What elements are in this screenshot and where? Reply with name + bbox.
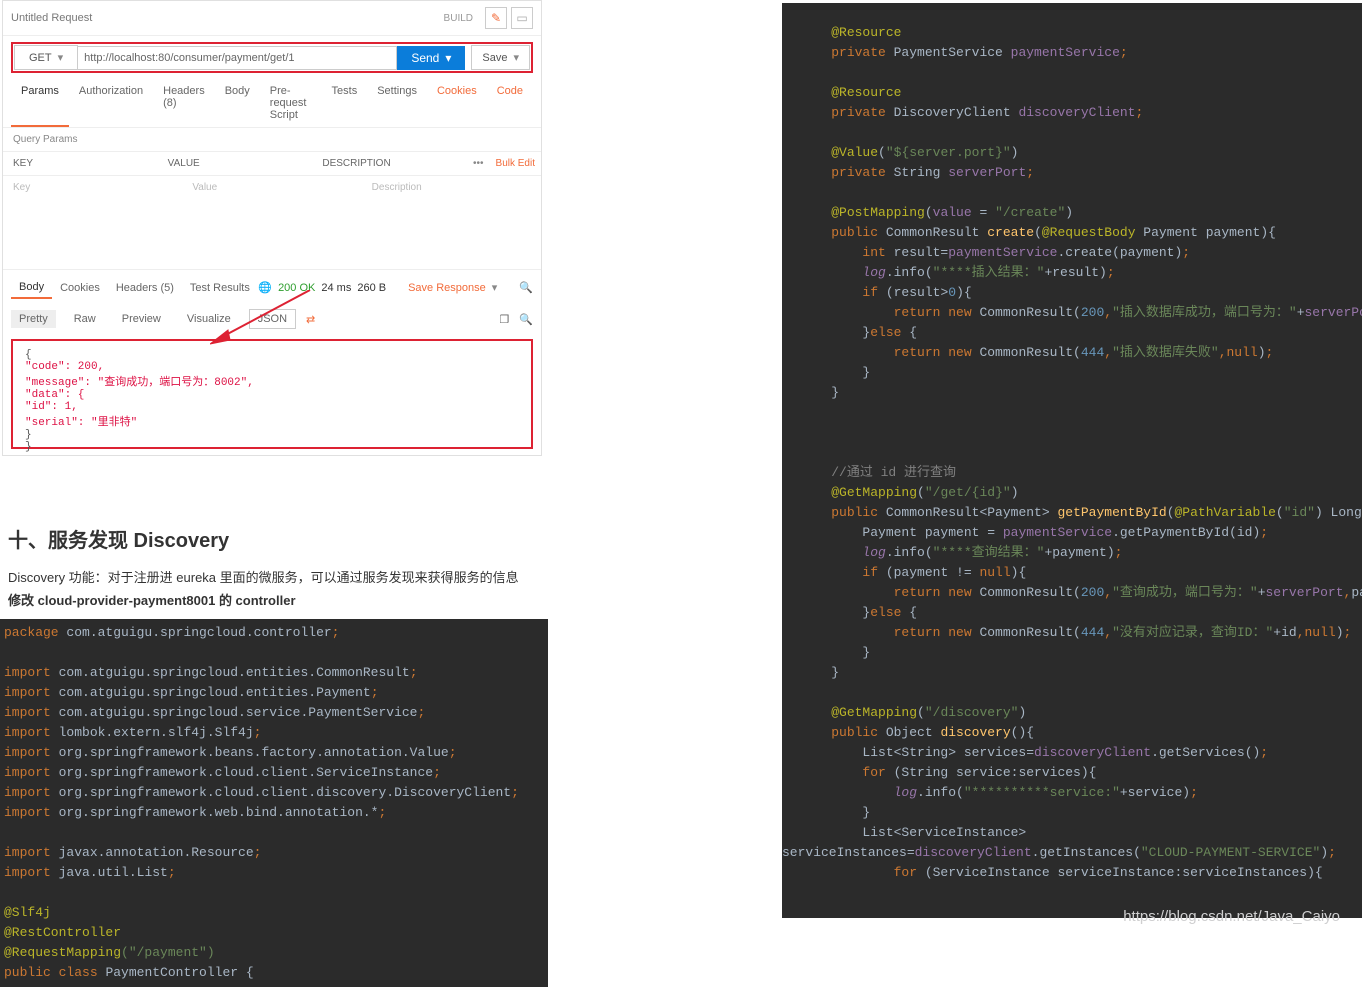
params-header: KEY VALUE DESCRIPTION ••• Bulk Edit [3,151,541,176]
search-icon[interactable]: 🔍 [519,281,533,294]
request-tabs: Params Authorization Headers (8) Body Pr… [3,79,541,128]
resp-cookies[interactable]: Cookies [52,278,108,298]
view-preview[interactable]: Preview [114,310,169,328]
params-row[interactable]: Key Value Description [3,176,541,199]
status-size: 260 B [357,282,386,294]
search2-icon[interactable]: 🔍 [519,313,533,326]
resp-headers[interactable]: Headers (5) [108,278,182,298]
save-response[interactable]: Save Response [398,276,507,299]
url-row: GET http://localhost:80/consumer/payment… [11,42,533,73]
para-1: Discovery 功能：对于注册进 eureka 里面的微服务，可以通过服务发… [8,567,532,586]
view-raw[interactable]: Raw [66,310,104,328]
request-title: Untitled Request [11,12,444,24]
tab-tests[interactable]: Tests [322,79,368,127]
resp-tests[interactable]: Test Results [182,278,258,298]
heading-discovery: 十、服务发现 Discovery [8,524,532,553]
tab-prereq[interactable]: Pre-request Script [260,79,322,127]
method-select[interactable]: GET [14,45,78,70]
view-pretty[interactable]: Pretty [11,310,56,328]
link-code[interactable]: Code [487,79,533,127]
placeholder-value[interactable]: Value [182,176,361,199]
tab-settings[interactable]: Settings [367,79,427,127]
view-json[interactable]: JSON [249,309,296,329]
article: 十、服务发现 Discovery Discovery 功能：对于注册进 eure… [0,496,540,619]
link-cookies[interactable]: Cookies [427,79,487,127]
para-2: 修改 cloud-provider-payment8001 的 controll… [8,590,532,609]
query-params-label: Query Params [3,128,541,151]
postman-titlebar: Untitled Request BUILD ✎ ▭ [3,1,541,36]
copy-icon[interactable]: ❐ [499,313,509,326]
postman-panel: Untitled Request BUILD ✎ ▭ GET http://lo… [2,0,542,456]
col-value: VALUE [158,152,313,175]
code-right: @Resource private PaymentService payment… [782,3,1362,918]
watermark: https://blog.csdn.net/Java_Caiyo [1123,908,1340,925]
resp-body[interactable]: Body [11,277,52,299]
response-tabs: Body Cookies Headers (5) Test Results 🌐 … [3,269,541,305]
tab-params[interactable]: Params [11,79,69,127]
view-visualize[interactable]: Visualize [179,310,239,328]
bulk-edit[interactable]: Bulk Edit [490,152,541,175]
json-response: { "code": 200, "message": "查询成功，端口号为：800… [11,339,533,449]
placeholder-key[interactable]: Key [3,176,182,199]
edit-icon[interactable]: ✎ [485,7,507,29]
globe-icon: 🌐 [258,281,272,294]
placeholder-desc[interactable]: Description [362,176,541,199]
send-button[interactable]: Send [397,46,465,70]
tab-headers[interactable]: Headers (8) [153,79,215,127]
view-tabs: Pretty Raw Preview Visualize JSON ⇄ ❐ 🔍 [3,305,541,333]
dots-icon[interactable]: ••• [467,152,490,175]
tab-body[interactable]: Body [215,79,260,127]
comment-icon[interactable]: ▭ [511,7,533,29]
col-desc: DESCRIPTION [312,152,467,175]
code-left: package com.atguigu.springcloud.controll… [0,619,548,987]
build-label: BUILD [444,13,473,24]
wrap-icon[interactable]: ⇄ [306,313,315,326]
col-key: KEY [3,152,158,175]
status-ok: 200 OK [278,282,315,294]
tab-authorization[interactable]: Authorization [69,79,153,127]
url-input[interactable]: http://localhost:80/consumer/payment/get… [78,46,397,70]
status-time: 24 ms [321,282,351,294]
save-button[interactable]: Save [471,45,530,70]
